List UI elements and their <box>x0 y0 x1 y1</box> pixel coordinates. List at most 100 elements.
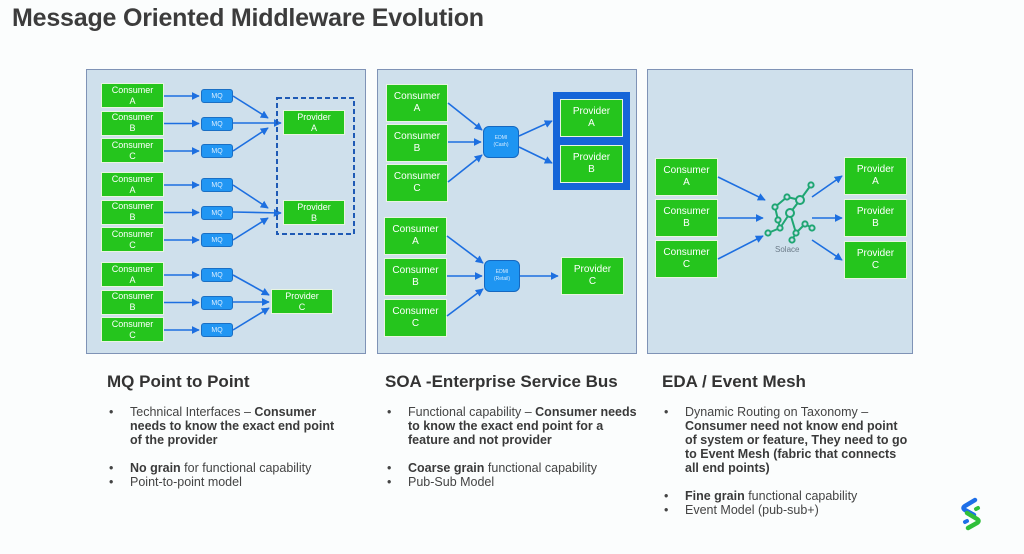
component-label: Consumer <box>111 291 154 301</box>
consumer-box: Consumer A <box>386 84 448 122</box>
bullet-text: Technical Interfaces – <box>130 405 255 419</box>
component-label: Consumer <box>663 165 710 176</box>
component-label: B <box>129 123 136 133</box>
column-eda-event-mesh: EDA / Event Mesh Dynamic Routing on Taxo… <box>662 372 912 517</box>
bullet-item: Pub-Sub Model <box>385 475 640 489</box>
component-label: Consumer <box>111 263 154 274</box>
component-label: A <box>129 95 136 106</box>
component-label: Consumer <box>392 306 439 317</box>
component-label: B <box>872 218 879 229</box>
message-queue: MQ <box>201 116 233 131</box>
bullet-text: Dynamic Routing on Taxonomy – <box>685 405 869 419</box>
component-label: C <box>129 239 136 250</box>
consumer-box: Consumer C <box>386 164 448 202</box>
consumer-box: Consumer C <box>101 227 164 252</box>
bullet-emphasis: No grain <box>130 461 181 475</box>
message-queue: MQ <box>201 205 233 220</box>
consumer-box: Consumer B <box>386 124 448 162</box>
component-label: B <box>310 212 317 223</box>
component-label: Provider <box>573 264 612 275</box>
component-label: Provider <box>297 201 331 212</box>
provider-box: Provider B <box>844 199 907 237</box>
provider-box: Provider C <box>561 257 624 295</box>
component-label: Consumer <box>111 112 154 122</box>
component-label: C <box>682 259 691 270</box>
column-heading: MQ Point to Point <box>107 372 250 391</box>
component-label: Consumer <box>111 139 154 150</box>
component-label: B <box>683 218 690 229</box>
consumer-box: Consumer A <box>101 172 164 197</box>
bullet-item: Technical Interfaces – Consumer needs to… <box>107 405 347 447</box>
consumer-box: Consumer A <box>655 158 718 196</box>
component-label: Provider <box>856 206 895 217</box>
component-label: C <box>129 329 136 340</box>
consumer-box: Consumer B <box>101 289 164 315</box>
component-label: A <box>413 103 421 114</box>
consumer-box: Consumer C <box>655 240 718 278</box>
bullet-text: for functional capability <box>180 461 312 475</box>
component-label: Provider <box>856 248 895 259</box>
bullet-item: Event Model (pub-sub+) <box>662 503 912 517</box>
service-bus-label: EDMI <box>494 135 508 141</box>
component-label: A <box>129 184 136 195</box>
component-label: A <box>683 177 690 188</box>
service-bus-label: (Cash) <box>493 142 509 148</box>
consumer-box: Consumer B <box>101 199 164 225</box>
bullet-item: No grain for functional capability <box>107 461 347 475</box>
component-label: Consumer <box>663 206 710 217</box>
component-label: Consumer <box>111 228 154 239</box>
component-label: Provider <box>572 106 611 117</box>
message-queue: MQ <box>201 178 233 192</box>
component-label: Provider <box>572 152 611 163</box>
bullet-text: functional capability <box>484 461 597 475</box>
component-label: A <box>588 118 595 129</box>
component-label: B <box>413 143 421 154</box>
column-heading: SOA -Enterprise Service Bus <box>385 372 618 391</box>
bullet-list: Dynamic Routing on Taxonomy – Consumer n… <box>662 405 912 517</box>
service-bus-node: EDMI (Cash) <box>483 126 519 158</box>
component-label: C <box>413 183 421 194</box>
service-bus-label: EDMI <box>495 269 509 275</box>
consumer-box: Consumer A <box>384 217 447 255</box>
service-bus-node: EDMI (Retail) <box>484 260 520 292</box>
component-label: Consumer <box>111 318 154 329</box>
component-label: Provider <box>285 290 319 301</box>
consumer-box: Consumer C <box>384 299 447 337</box>
message-queue: MQ <box>201 295 233 310</box>
bullet-text: functional capability <box>744 489 858 503</box>
column-heading: EDA / Event Mesh <box>662 372 806 391</box>
component-label: B <box>588 164 595 175</box>
component-label: Consumer <box>663 247 710 258</box>
component-label: A <box>872 176 879 187</box>
message-queue: MQ <box>201 323 233 337</box>
component-label: A <box>310 122 317 133</box>
component-label: Consumer <box>393 91 441 102</box>
component-label: C <box>129 150 136 161</box>
component-label: B <box>129 212 136 222</box>
service-bus-label: (Retail) <box>493 276 511 282</box>
bullet-text: Event Model (pub-sub+) <box>685 503 819 517</box>
bullet-list: Technical Interfaces – Consumer needs to… <box>107 405 347 489</box>
bullet-emphasis: Fine grain <box>685 489 745 503</box>
component-label: A <box>412 236 419 247</box>
consumer-box: Consumer C <box>101 138 164 163</box>
bullet-emphasis: Coarse grain <box>408 461 485 475</box>
consumer-box: Consumer A <box>101 83 164 108</box>
bullet-item: Point-to-point model <box>107 475 347 489</box>
component-label: Provider <box>856 164 895 175</box>
component-label: Consumer <box>393 131 441 142</box>
bullet-item: Fine grain functional capability <box>662 489 912 503</box>
component-label: C <box>411 318 420 329</box>
provider-box: Provider C <box>271 289 333 314</box>
component-label: C <box>871 260 880 271</box>
provider-box: Provider B <box>560 145 623 183</box>
message-queue: MQ <box>201 233 233 247</box>
component-label: Consumer <box>111 173 154 184</box>
bullet-item: Functional capability – Consumer needs t… <box>385 405 640 447</box>
bullet-emphasis: Consumer need not know end point of syst… <box>685 419 908 475</box>
consumer-box: Consumer A <box>101 262 164 287</box>
component-label: C <box>298 301 306 312</box>
message-queue: MQ <box>201 144 233 158</box>
bullet-text: Pub-Sub Model <box>408 475 495 489</box>
consumer-box: Consumer B <box>101 110 164 136</box>
